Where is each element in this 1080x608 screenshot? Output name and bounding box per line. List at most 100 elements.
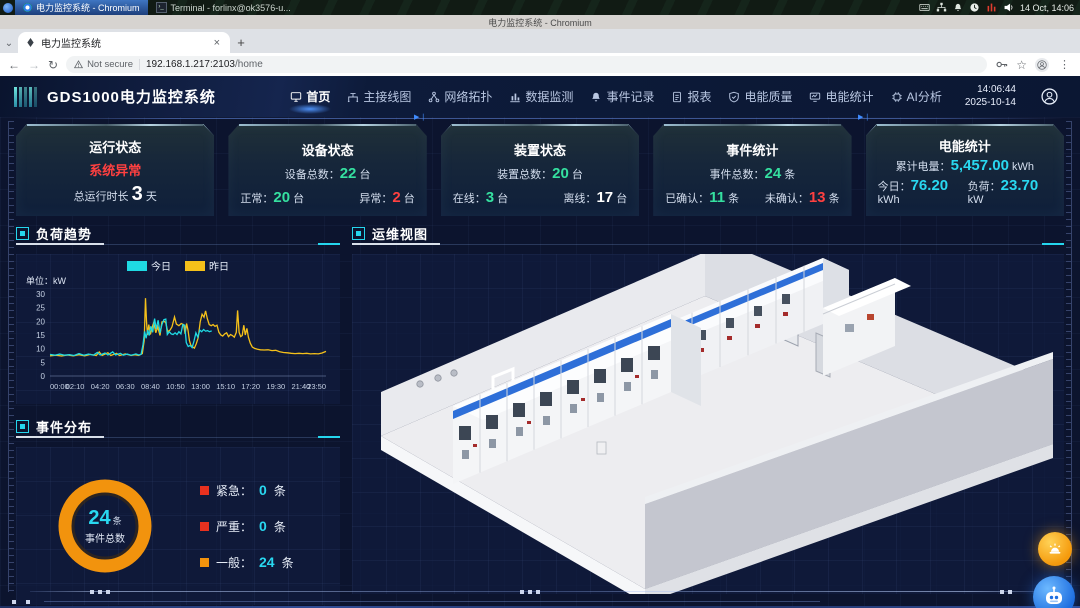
notifications-bell-icon[interactable] xyxy=(953,2,963,13)
right-column: 运维视图 xyxy=(352,222,1064,594)
total-row: 事件总数：24 条 xyxy=(665,165,839,182)
dashboard: ▶❘ ▶❘ 运行状态 系统异常 总运行时长 3 天 设备状态 设备总数：22 台… xyxy=(0,117,1080,608)
load-trend-chart: 单位：kW05101520253000:0002:1004:2006:3008:… xyxy=(20,272,336,402)
input-grid-icon[interactable] xyxy=(919,2,930,13)
cabinet-row-c-detail xyxy=(845,324,854,332)
x-tick-label: 19:30 xyxy=(266,382,285,391)
load-trend-header: 负荷趋势 xyxy=(16,222,340,245)
nav-topology[interactable]: 网络拓扑 xyxy=(428,88,492,105)
nav-label: 首页 xyxy=(306,88,330,105)
bottom-deco-line-2 xyxy=(44,601,820,602)
security-chip[interactable]: Not secure xyxy=(74,59,140,70)
alarm-siren-button[interactable] xyxy=(1038,532,1072,566)
panel-bullet-icon xyxy=(352,227,365,240)
cabinet-row-c-label xyxy=(867,314,874,320)
tab-favicon xyxy=(26,38,35,47)
panel-bullet-icon xyxy=(16,420,29,433)
screen: 电力监控系统 - Chromium ›_ Terminal - forlinx@… xyxy=(0,0,1080,608)
browser-menu-kebab-icon[interactable]: ⋮ xyxy=(1057,58,1072,71)
detail-row: 已确认：11 条 未确认：13 条 xyxy=(665,189,839,206)
card-energy-stats: 电能统计 累计电量：5,457.00 kWh 今日：76.20 kWh 负荷：2… xyxy=(866,124,1064,216)
tab-search-chevron-icon[interactable]: ⌄ xyxy=(0,33,18,53)
y-tick-label: 10 xyxy=(36,345,45,354)
card-title: 事件统计 xyxy=(665,140,839,159)
y-tick-label: 25 xyxy=(36,304,45,313)
browser-tab[interactable]: 电力监控系统 × xyxy=(18,32,230,53)
event-dist-header: 事件分布 xyxy=(16,415,340,438)
security-chip-label: Not secure xyxy=(87,59,133,70)
card-unit-status: 装置状态 装置总数：20 台 在线：3 台 离线：17 台 xyxy=(441,124,639,216)
profile-icon xyxy=(1037,60,1047,70)
ops-view-header: 运维视图 xyxy=(352,222,1064,245)
nav-label: 网络拓扑 xyxy=(444,88,492,105)
series-今日 xyxy=(50,319,212,356)
tab-close-icon[interactable]: × xyxy=(212,37,222,49)
app-menu-icon xyxy=(3,3,13,13)
legend-yesterday[interactable]: 昨日 xyxy=(185,258,229,273)
ops-3d-viewport[interactable] xyxy=(352,254,1064,594)
y-tick-label: 20 xyxy=(36,317,45,326)
topology-icon xyxy=(428,91,440,103)
deco-square xyxy=(98,590,102,594)
cabinet-row-a-side xyxy=(671,314,701,406)
browser-profile-avatar[interactable] xyxy=(1035,58,1049,72)
taskbar-window-terminal[interactable]: ›_ Terminal - forlinx@ok3576-u... xyxy=(148,0,299,15)
nav-wiring-diagram[interactable]: 主接线图 xyxy=(347,88,411,105)
tab-title: 电力监控系统 xyxy=(41,35,206,50)
nav-event-log[interactable]: 事件记录 xyxy=(590,88,654,105)
audio-levels-icon[interactable] xyxy=(986,2,997,13)
legend-item-severe[interactable]: 严重：0条 xyxy=(200,518,294,535)
user-avatar-icon[interactable] xyxy=(1041,88,1058,105)
power-icon[interactable] xyxy=(969,2,980,13)
unit-label: 单位：kW xyxy=(26,275,67,286)
logo-bars-icon xyxy=(14,87,37,107)
x-tick-label: 17:20 xyxy=(241,382,260,391)
taskbar-clock[interactable]: 14 Oct, 14:06 xyxy=(1020,3,1074,13)
legend-item-general[interactable]: 一般：24条 xyxy=(200,554,294,571)
donut-total-unit: 条 xyxy=(113,516,122,526)
panel-title: 负荷趋势 xyxy=(36,224,92,243)
password-key-icon[interactable] xyxy=(995,58,1008,71)
donut-total-value: 24 xyxy=(88,507,110,529)
nav-power-quality[interactable]: 电能质量 xyxy=(728,88,792,105)
legend-item-urgent[interactable]: 紧急：0条 xyxy=(200,482,294,499)
detail-row: 在线：3 台 离线：17 台 xyxy=(453,189,627,206)
forward-button[interactable]: → xyxy=(28,59,40,71)
volume-icon[interactable] xyxy=(1003,2,1014,13)
nav-home[interactable]: 首页 xyxy=(290,88,330,105)
legend-today[interactable]: 今日 xyxy=(127,258,171,273)
app-header: GDS1000电力监控系统 首页 主接线图 网络拓扑 数据监测 事件记录 xyxy=(0,76,1080,117)
nav-label: 电能质量 xyxy=(744,88,792,105)
warning-icon xyxy=(74,60,83,69)
nav-energy-stat[interactable]: 电能统计 xyxy=(809,88,873,105)
header-clock: 14:06:44 2025-10-14 xyxy=(959,84,1024,109)
line-marker-icon: ▶❘ xyxy=(858,113,871,121)
address-bar[interactable]: Not secure 192.168.1.217:2103/home xyxy=(66,56,987,73)
robot-icon xyxy=(1041,584,1067,608)
stat-cards-row: 运行状态 系统异常 总运行时长 3 天 设备状态 设备总数：22 台 正常：20… xyxy=(16,124,1064,216)
x-tick-label: 06:30 xyxy=(116,382,135,391)
browser-toolbar: ← → ↻ Not secure 192.168.1.217:2103/home… xyxy=(0,53,1080,77)
network-icon[interactable] xyxy=(936,2,947,13)
card-device-status: 设备状态 设备总数：22 台 正常：20 台 异常：2 台 xyxy=(228,124,426,216)
taskbar-window-title: 电力监控系统 - Chromium xyxy=(36,1,140,14)
deco-square xyxy=(520,590,524,594)
new-tab-button[interactable]: + xyxy=(230,32,252,53)
deco-square xyxy=(26,600,30,604)
back-button[interactable]: ← xyxy=(8,59,20,71)
report-icon xyxy=(671,91,683,103)
total-row: 装置总数：20 台 xyxy=(453,165,627,182)
nav-data-monitor[interactable]: 数据监测 xyxy=(509,88,573,105)
bookmark-star-icon[interactable]: ☆ xyxy=(1016,59,1027,71)
legend-marker xyxy=(200,486,209,495)
x-tick-label: 10:50 xyxy=(166,382,185,391)
app-title: GDS1000电力监控系统 xyxy=(47,86,216,107)
nav-ai-analysis[interactable]: AI分析 xyxy=(891,88,942,105)
top-accent-line xyxy=(16,118,1064,119)
nav-report[interactable]: 报表 xyxy=(671,88,711,105)
app-menu-button[interactable] xyxy=(0,0,15,15)
reload-button[interactable]: ↻ xyxy=(48,59,58,71)
x-tick-label: 08:40 xyxy=(141,382,160,391)
panel-title: 事件分布 xyxy=(36,417,92,436)
taskbar-window-chromium[interactable]: 电力监控系统 - Chromium xyxy=(15,0,148,15)
